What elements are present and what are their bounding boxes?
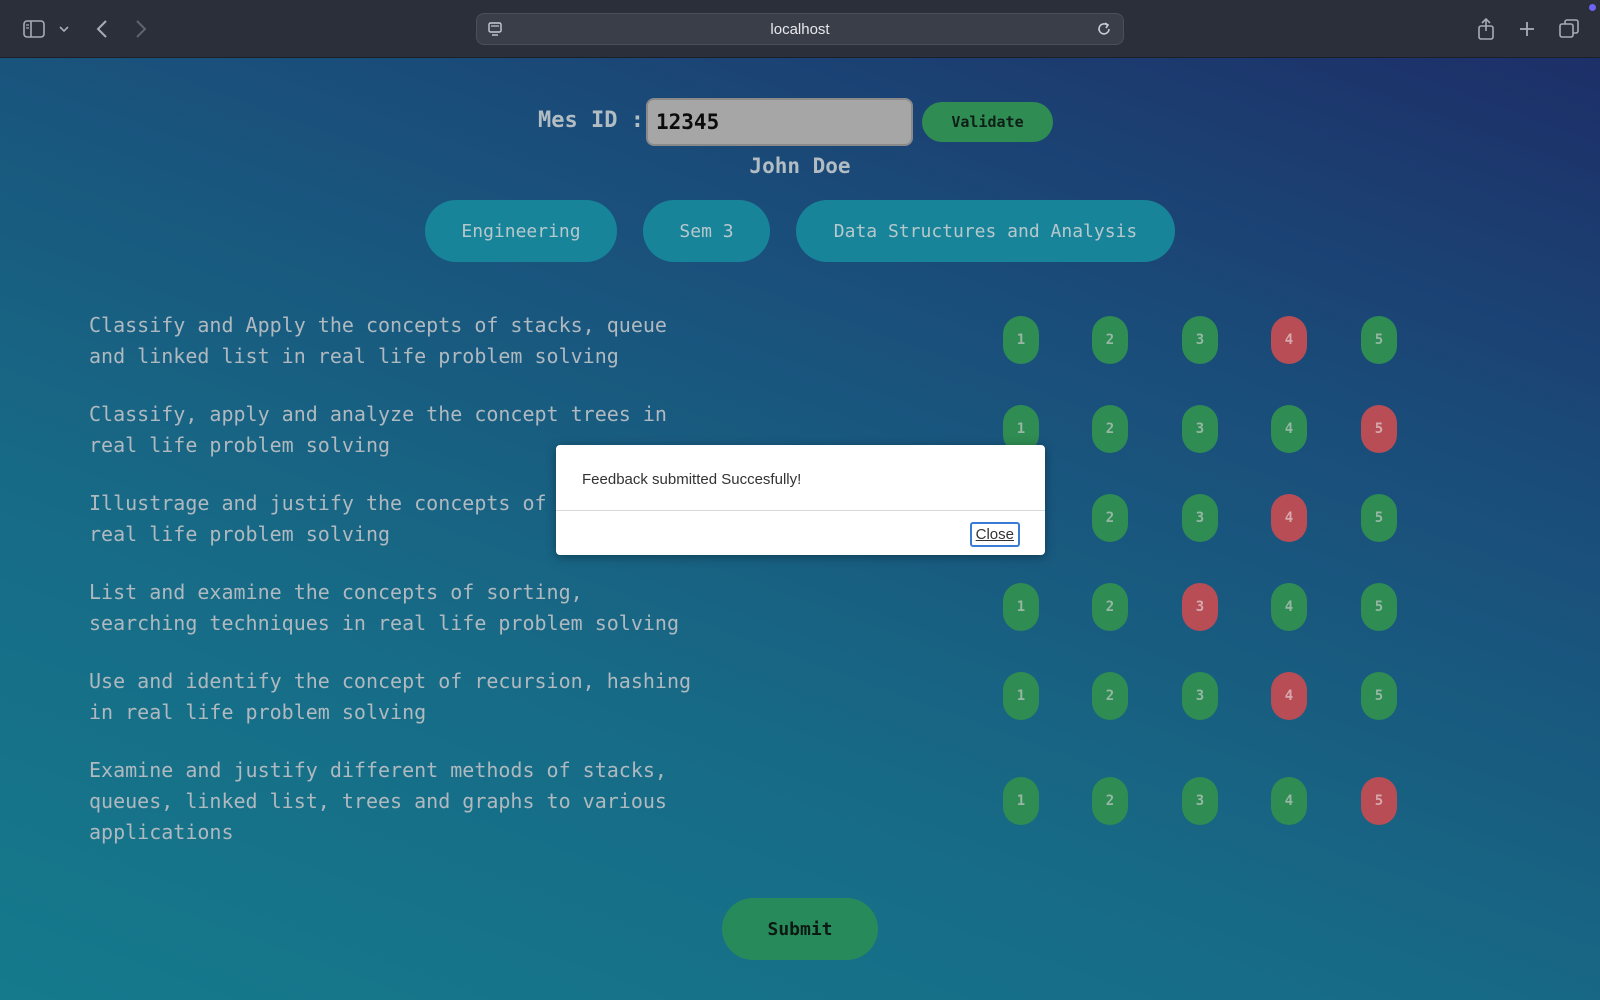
reload-icon[interactable] [1095,20,1113,42]
close-button[interactable]: Close [969,522,1020,547]
forward-icon[interactable] [131,14,151,44]
rating-button-5[interactable]: 5 [1361,316,1397,364]
rating-button-1[interactable]: 1 [1003,583,1039,631]
feedback-success-dialog: Feedback submitted Succesfully! Close [556,445,1045,555]
sidebar-icon[interactable] [20,14,48,44]
mes-id-input[interactable] [646,98,913,146]
department-tag: Engineering [425,200,617,262]
id-label: Mes ID : [538,108,644,133]
rating-button-4[interactable]: 4 [1271,316,1307,364]
url-text: localhost [770,20,830,38]
share-icon[interactable] [1474,14,1498,44]
validate-button[interactable]: Validate [922,102,1053,142]
rating-button-3[interactable]: 3 [1182,672,1218,720]
rating-button-1[interactable]: 1 [1003,672,1039,720]
question-text: List and examine the concepts of sorting… [89,580,680,635]
semester-tag: Sem 3 [643,200,770,262]
address-bar[interactable]: localhost [476,13,1124,45]
rating-button-3[interactable]: 3 [1182,494,1218,542]
submit-button[interactable]: Submit [722,898,878,960]
browser-toolbar: localhost [0,0,1600,58]
tabs-overview-icon[interactable] [1556,14,1582,44]
rating-button-4[interactable]: 4 [1271,405,1307,453]
subject-tag: Data Structures and Analysis [796,200,1175,262]
dialog-divider [556,510,1045,511]
rating-button-3[interactable]: 3 [1182,316,1218,364]
rating-button-2[interactable]: 2 [1092,583,1128,631]
rating-button-3[interactable]: 3 [1182,777,1218,825]
rating-button-4[interactable]: 4 [1271,583,1307,631]
rating-button-2[interactable]: 2 [1092,405,1128,453]
notification-dot [1589,4,1596,11]
rating-button-4[interactable]: 4 [1271,494,1307,542]
rating-button-2[interactable]: 2 [1092,494,1128,542]
question-text: Use and identify the concept of recursio… [89,669,692,724]
dialog-message: Feedback submitted Succesfully! [582,471,802,488]
rating-button-2[interactable]: 2 [1092,672,1128,720]
question-text: Examine and justify different methods of… [89,758,667,844]
new-tab-icon[interactable] [1515,14,1539,44]
rating-button-2[interactable]: 2 [1092,777,1128,825]
rating-button-5[interactable]: 5 [1361,494,1397,542]
rating-button-1[interactable]: 1 [1003,316,1039,364]
student-name: John Doe [749,154,851,178]
rating-button-5[interactable]: 5 [1361,405,1397,453]
rating-button-5[interactable]: 5 [1361,672,1397,720]
id-row: Mes ID : Validate [0,98,1600,146]
question-text: Classify and Apply the concepts of stack… [89,313,667,368]
rating-button-3[interactable]: 3 [1182,405,1218,453]
rating-button-5[interactable]: 5 [1361,583,1397,631]
rating-button-3[interactable]: 3 [1182,583,1218,631]
rating-button-2[interactable]: 2 [1092,316,1128,364]
rating-button-1[interactable]: 1 [1003,777,1039,825]
chevron-down-icon[interactable] [56,14,72,44]
rating-button-4[interactable]: 4 [1271,672,1307,720]
rating-button-5[interactable]: 5 [1361,777,1397,825]
site-settings-icon[interactable] [487,21,503,41]
rating-button-4[interactable]: 4 [1271,777,1307,825]
back-icon[interactable] [92,14,112,44]
